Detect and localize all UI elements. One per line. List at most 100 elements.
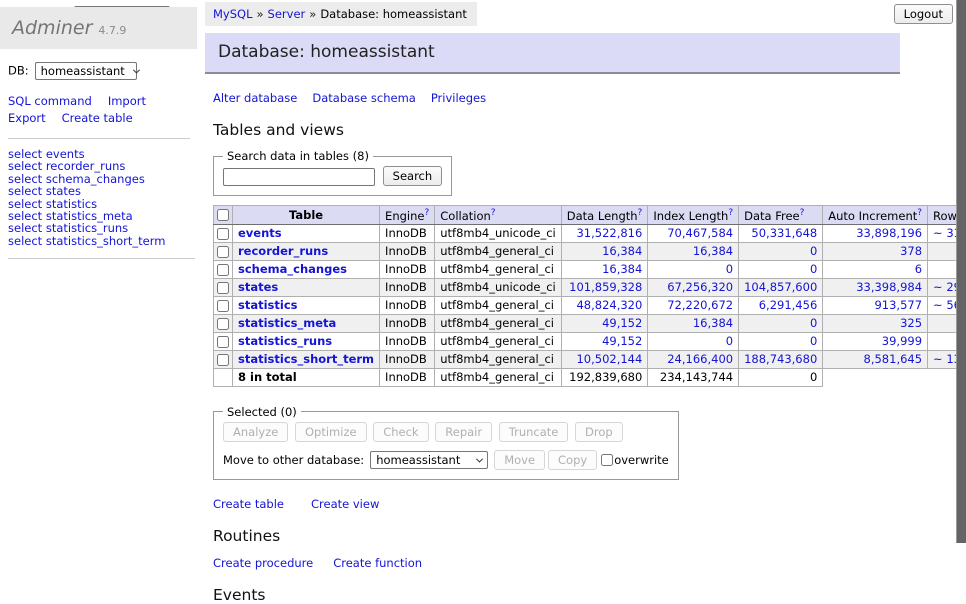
- row-checkbox[interactable]: [217, 246, 229, 258]
- total-index-length: 234,143,744: [648, 368, 739, 386]
- data-free-link[interactable]: 104,857,600: [744, 280, 817, 294]
- column-help-link[interactable]: ?: [800, 208, 805, 218]
- breadcrumb-link-server[interactable]: Server: [268, 7, 306, 21]
- data-free-link[interactable]: 0: [810, 316, 817, 330]
- column-help-link[interactable]: ?: [424, 208, 429, 218]
- row-checkbox[interactable]: [217, 264, 229, 276]
- db-action-link[interactable]: Alter database: [213, 91, 297, 105]
- table-name-link[interactable]: statistics_short_term: [238, 352, 374, 366]
- row-checkbox[interactable]: [217, 318, 229, 330]
- row-checkbox[interactable]: [217, 300, 229, 312]
- index-length-link[interactable]: 24,166,400: [667, 352, 733, 366]
- auto-increment-link[interactable]: 8,581,645: [864, 352, 923, 366]
- create-link[interactable]: Create table: [213, 497, 284, 511]
- bulk-action-button[interactable]: Truncate: [499, 422, 569, 442]
- index-length-link[interactable]: 0: [726, 334, 733, 348]
- move-button[interactable]: Move: [494, 450, 545, 470]
- db-select[interactable]: homeassistant: [35, 62, 137, 80]
- auto-increment-link[interactable]: 913,577: [874, 298, 922, 312]
- sidebar-action-link[interactable]: Import: [108, 94, 146, 108]
- column-header: Engine?: [380, 206, 435, 225]
- bulk-action-button[interactable]: Check: [373, 422, 428, 442]
- table-row: eventsInnoDButf8mb4_unicode_ci31,522,816…: [214, 224, 966, 242]
- select-all-checkbox[interactable]: [217, 209, 229, 221]
- db-action-link[interactable]: Database schema: [312, 91, 415, 105]
- sidebar-table-links: select eventsselect recorder_runsselect …: [8, 139, 195, 259]
- bulk-action-button[interactable]: Drop: [575, 422, 623, 442]
- row-checkbox[interactable]: [217, 228, 229, 240]
- overwrite-checkbox[interactable]: [601, 454, 613, 466]
- data-free-link[interactable]: 50,331,648: [751, 226, 817, 240]
- sidebar-select-link[interactable]: select statistics_runs: [8, 222, 195, 234]
- collation-cell: utf8mb4_unicode_ci: [435, 278, 562, 296]
- total-engine: InnoDB: [380, 368, 435, 386]
- index-length-link[interactable]: 67,256,320: [667, 280, 733, 294]
- bulk-action-button[interactable]: Analyze: [223, 422, 288, 442]
- copy-button[interactable]: Copy: [548, 450, 597, 470]
- table-name-link[interactable]: recorder_runs: [238, 244, 328, 258]
- logout-button[interactable]: Logout: [894, 4, 953, 24]
- search-button[interactable]: Search: [383, 166, 443, 186]
- data-length-link[interactable]: 31,522,816: [576, 226, 642, 240]
- collation-cell: utf8mb4_general_ci: [435, 260, 562, 278]
- vertical-scrollbar[interactable]: [956, 0, 966, 543]
- auto-increment-link[interactable]: 325: [900, 316, 922, 330]
- breadcrumb: MySQL»Server»Database: homeassistant: [205, 2, 477, 26]
- total-data-length: 192,839,680: [561, 368, 648, 386]
- create-link[interactable]: Create view: [311, 497, 379, 511]
- index-length-link[interactable]: 16,384: [693, 244, 733, 258]
- routine-link[interactable]: Create procedure: [213, 556, 313, 570]
- breadcrumb-link-mysql[interactable]: MySQL: [213, 7, 253, 21]
- auto-increment-link[interactable]: 39,999: [882, 334, 922, 348]
- table-name-link[interactable]: statistics_meta: [238, 316, 336, 330]
- auto-increment-link[interactable]: 33,898,196: [856, 226, 922, 240]
- column-help-link[interactable]: ?: [917, 208, 922, 218]
- column-header: Data Free?: [739, 206, 823, 225]
- column-help-link[interactable]: ?: [728, 208, 733, 218]
- bulk-action-button[interactable]: Repair: [435, 422, 492, 442]
- table-name-link[interactable]: schema_changes: [238, 262, 347, 276]
- sidebar-select-link[interactable]: select states: [8, 185, 195, 197]
- data-length-link[interactable]: 49,152: [602, 334, 642, 348]
- data-free-link[interactable]: 0: [810, 262, 817, 276]
- table-name-link[interactable]: states: [238, 280, 278, 294]
- index-length-link[interactable]: 72,220,672: [667, 298, 733, 312]
- events-heading: Events: [213, 586, 900, 604]
- tables-table: TableEngine?Collation?Data Length?Index …: [213, 205, 966, 387]
- sidebar-action-link[interactable]: Export: [8, 111, 46, 125]
- table-name-link[interactable]: statistics: [238, 298, 298, 312]
- column-help-link[interactable]: ?: [491, 208, 496, 218]
- table-name-link[interactable]: events: [238, 226, 282, 240]
- search-input[interactable]: [223, 168, 375, 186]
- column-header: Table: [233, 206, 380, 225]
- column-help-link[interactable]: ?: [638, 208, 643, 218]
- data-length-link[interactable]: 16,384: [602, 262, 642, 276]
- data-free-link[interactable]: 6,291,456: [759, 298, 818, 312]
- row-checkbox[interactable]: [217, 354, 229, 366]
- auto-increment-link[interactable]: 378: [900, 244, 922, 258]
- sidebar-action-link[interactable]: SQL command: [8, 94, 92, 108]
- index-length-link[interactable]: 70,467,584: [667, 226, 733, 240]
- data-length-link[interactable]: 16,384: [602, 244, 642, 258]
- data-free-link[interactable]: 0: [810, 244, 817, 258]
- sidebar-action-link[interactable]: Create table: [62, 111, 133, 125]
- sidebar-select-link[interactable]: select statistics_short_term: [8, 235, 195, 247]
- auto-increment-link[interactable]: 6: [915, 262, 922, 276]
- routine-link[interactable]: Create function: [333, 556, 422, 570]
- row-checkbox[interactable]: [217, 336, 229, 348]
- data-length-link[interactable]: 49,152: [602, 316, 642, 330]
- data-length-link[interactable]: 10,502,144: [576, 352, 642, 366]
- auto-increment-link[interactable]: 33,398,984: [856, 280, 922, 294]
- table-name-link[interactable]: statistics_runs: [238, 334, 332, 348]
- row-checkbox[interactable]: [217, 282, 229, 294]
- data-length-link[interactable]: 48,824,320: [576, 298, 642, 312]
- sidebar-select-link[interactable]: select recorder_runs: [8, 160, 195, 172]
- data-length-link[interactable]: 101,859,328: [569, 280, 642, 294]
- index-length-link[interactable]: 16,384: [693, 316, 733, 330]
- data-free-link[interactable]: 188,743,680: [744, 352, 817, 366]
- db-action-link[interactable]: Privileges: [431, 91, 486, 105]
- move-db-select[interactable]: homeassistant: [370, 451, 488, 469]
- index-length-link[interactable]: 0: [726, 262, 733, 276]
- data-free-link[interactable]: 0: [810, 334, 817, 348]
- bulk-action-button[interactable]: Optimize: [295, 422, 367, 442]
